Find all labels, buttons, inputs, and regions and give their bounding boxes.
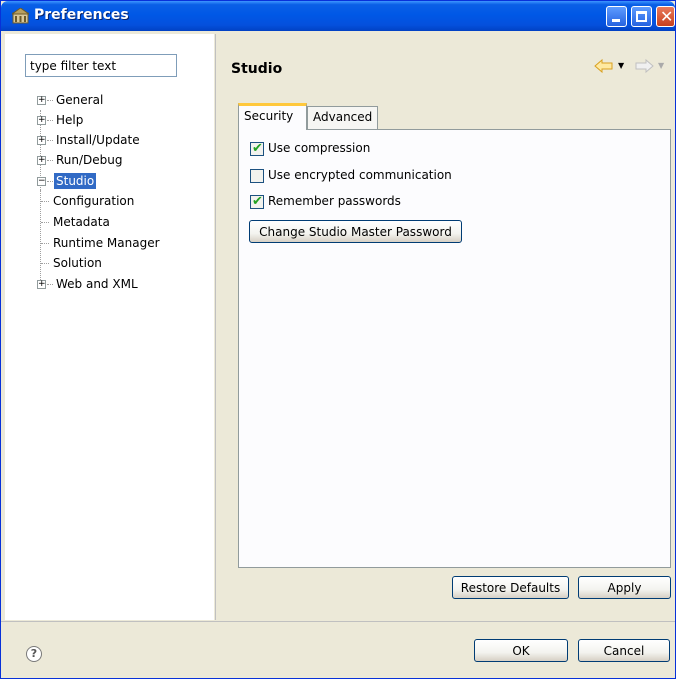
window-title: Preferences — [34, 7, 129, 23]
minimize-icon — [612, 19, 620, 22]
change-master-password-button[interactable]: Change Studio Master Password — [249, 220, 462, 243]
collapse-icon[interactable]: − — [37, 177, 46, 186]
tree-item-label: Web and XML — [56, 277, 138, 291]
expand-icon[interactable]: + — [37, 280, 46, 289]
tab-label: Security — [244, 109, 294, 123]
check-icon: ✔ — [252, 141, 263, 156]
checkbox-label: Use encrypted communication — [268, 168, 452, 182]
maximize-icon — [636, 11, 647, 22]
preferences-sidebar: + General + Help + Install/Update + Run/… — [5, 34, 214, 620]
expand-icon[interactable]: + — [37, 156, 46, 165]
tab-panel-security: ✔ Use compression Use encrypted communic… — [238, 129, 671, 568]
tree-item-label: Metadata — [53, 215, 110, 229]
chevron-down-icon[interactable]: ▼ — [618, 61, 624, 70]
tree-item-label: Runtime Manager — [53, 236, 160, 250]
title-bar[interactable]: Preferences ✕ — [1, 1, 675, 31]
tree-item-label: Configuration — [53, 194, 135, 208]
page-title: Studio — [231, 61, 283, 77]
close-button[interactable]: ✕ — [656, 6, 675, 27]
expand-icon[interactable]: + — [37, 116, 46, 125]
check-icon: ✔ — [252, 194, 263, 209]
tree-item-label: Help — [56, 113, 84, 127]
restore-defaults-button[interactable]: Restore Defaults — [452, 576, 569, 599]
minimize-button[interactable] — [606, 6, 627, 27]
filter-input[interactable] — [25, 54, 177, 77]
close-icon: ✕ — [660, 7, 674, 26]
chevron-down-icon[interactable]: ▼ — [658, 61, 664, 70]
tab-label: Advanced — [313, 110, 373, 124]
checkbox-box[interactable]: ✔ — [250, 194, 264, 209]
preferences-icon — [12, 8, 29, 24]
tab-advanced[interactable]: Advanced — [307, 106, 378, 130]
tab-security[interactable]: Security — [238, 103, 307, 130]
expand-icon[interactable]: + — [37, 96, 46, 105]
tree-item-label: Install/Update — [56, 133, 140, 147]
tree-item-label: Solution — [53, 256, 102, 270]
checkbox-box[interactable] — [250, 169, 264, 183]
expand-icon[interactable]: + — [37, 136, 46, 145]
preference-page: Studio ▼ ▼ Security Advanced ✔ Use compr… — [215, 34, 675, 620]
tree-item-label: General — [56, 93, 104, 107]
back-arrow-icon[interactable] — [594, 58, 614, 74]
forward-arrow-icon[interactable] — [634, 58, 654, 74]
maximize-button[interactable] — [631, 6, 652, 27]
apply-button[interactable]: Apply — [578, 576, 671, 599]
checkbox-label: Use compression — [268, 141, 371, 155]
tree-item-label: Studio — [54, 173, 97, 189]
tree-item-label: Run/Debug — [56, 153, 123, 167]
preferences-dialog: Preferences ✕ + General + Help + — [0, 0, 676, 679]
checkbox-box[interactable]: ✔ — [250, 141, 264, 156]
ok-button[interactable]: OK — [474, 639, 568, 662]
dialog-footer: ? OK Cancel — [1, 621, 675, 678]
cancel-button[interactable]: Cancel — [578, 639, 670, 662]
checkbox-label: Remember passwords — [268, 194, 401, 208]
help-icon[interactable]: ? — [26, 646, 42, 662]
